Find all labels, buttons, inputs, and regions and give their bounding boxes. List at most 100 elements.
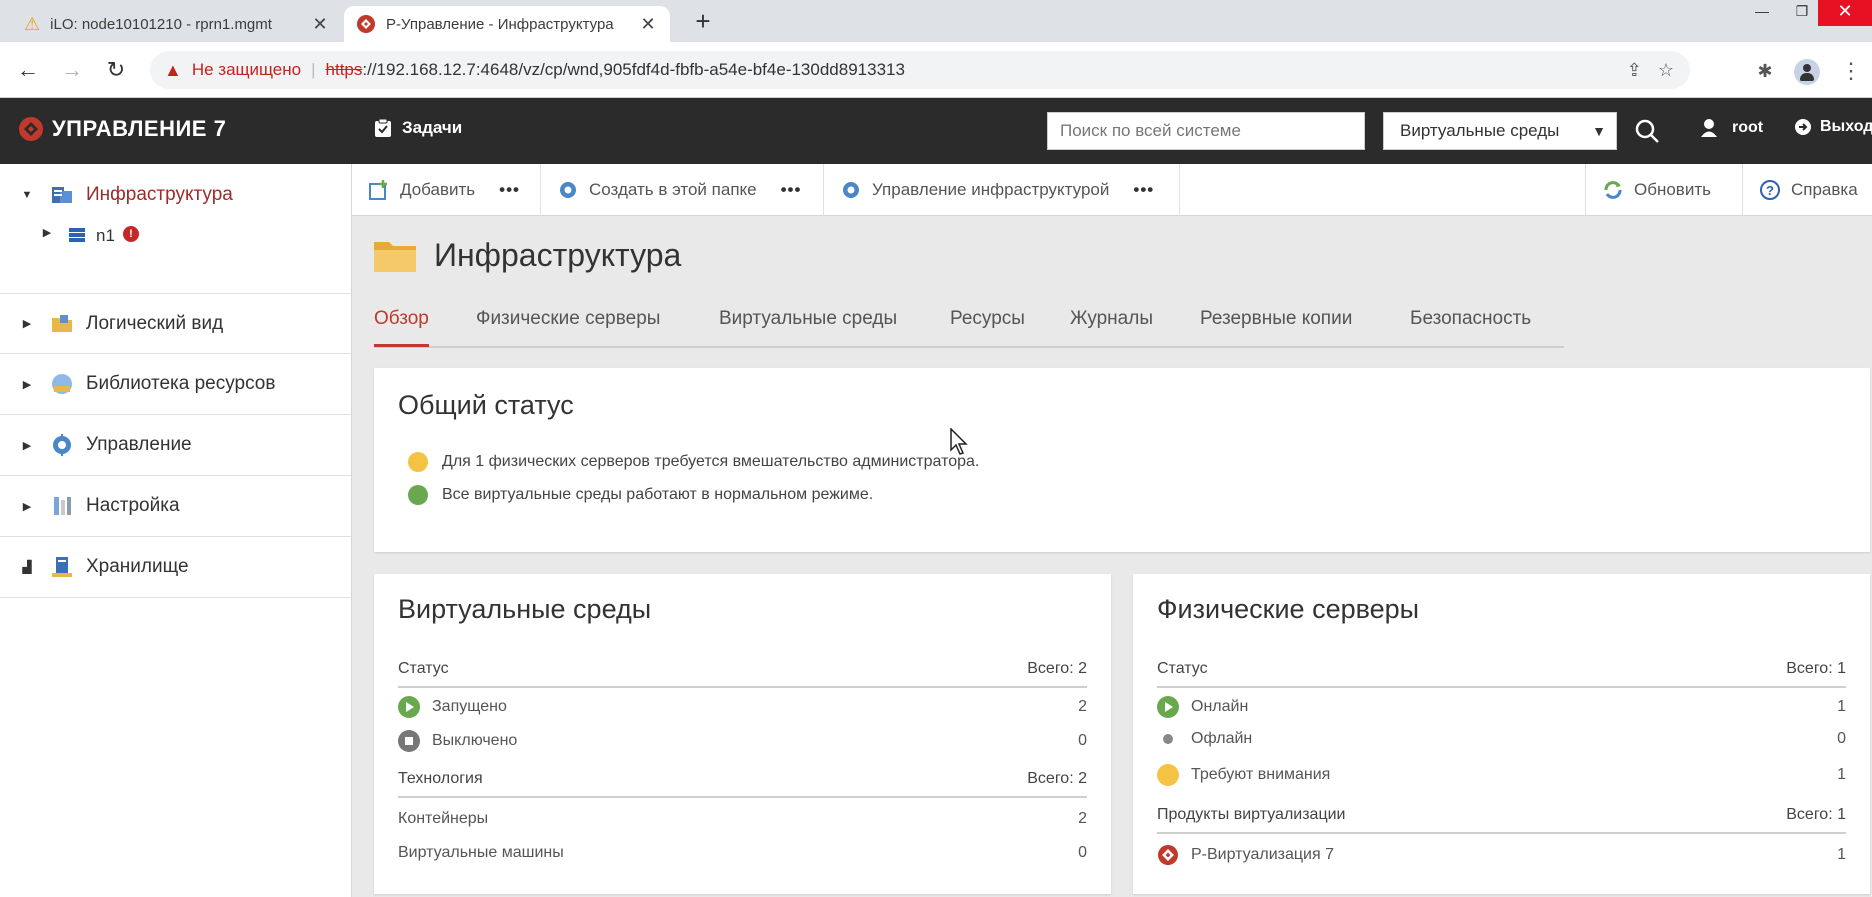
manage-infrastructure-button[interactable]: Управление инфраструктурой ••• [824,164,1170,216]
table-row[interactable]: Требуют внимания 1 [1157,764,1846,786]
window-maximize-button[interactable]: ❐ [1782,0,1822,26]
sidebar-item-logical-view[interactable]: ▶ Логический вид [0,294,351,354]
status-line-warning: Для 1 физических серверов требуется вмеш… [408,452,979,472]
technology-total: Всего: 2 [1027,770,1087,787]
stopped-icon [398,730,420,752]
table-header: Статус Всего: 1 [1157,660,1846,688]
create-in-folder-button[interactable]: Создать в этой папке ••• [541,164,817,216]
sidebar-item-storage[interactable]: ▟ Хранилище [0,537,351,598]
divider [1179,164,1180,216]
svg-text:?: ? [1766,183,1774,198]
storage-icon [52,557,72,577]
status-text: Для 1 физических серверов требуется вмеш… [442,453,980,470]
window-minimize-button[interactable]: — [1742,0,1782,26]
tab-overview[interactable]: Обзор [374,308,429,347]
refresh-label: Обновить [1634,180,1711,199]
caret-right-icon[interactable]: ▶ [20,439,34,452]
browser-tab-management[interactable]: Р-Управление - Инфраструктура ✕ [344,6,670,42]
status-heading: Статус [398,660,449,677]
help-icon: ? [1760,180,1780,200]
sidebar-item-resource-library[interactable]: ▶ Библиотека ресурсов [0,354,351,415]
more-options-icon[interactable]: ••• [1133,180,1154,200]
tab-resources[interactable]: Ресурсы [950,308,1025,344]
row-label: Запущено [432,698,507,715]
browser-tab-bar: ⚠ iLO: node10101210 - rprn1.mgmt ✕ Р-Упр… [0,0,1872,42]
table-row[interactable]: Контейнеры 2 [398,810,1087,828]
url-field[interactable]: ▲ Не защищено | https ://192.168.12.7:46… [150,51,1690,89]
new-tab-button[interactable]: + [688,6,718,38]
table-row[interactable]: Виртуальные машины 0 [398,844,1087,862]
create-in-folder-label: Создать в этой папке [589,180,757,199]
back-arrow-icon[interactable]: ← [12,54,44,86]
table-header: Статус Всего: 2 [398,660,1087,688]
mouse-cursor-icon [950,428,968,455]
extensions-icon[interactable]: ✱ [1750,56,1780,86]
tools-icon [54,497,71,515]
global-search-input[interactable] [1047,112,1365,150]
profile-icon[interactable] [1792,56,1822,86]
help-button[interactable]: ? Справка [1743,164,1872,216]
sidebar-item-label: n1 [96,226,115,245]
tab-logs[interactable]: Журналы [1070,308,1153,344]
page-title: Инфраструктура [434,236,682,273]
row-count: 0 [1837,730,1846,747]
row-label: Онлайн [1191,698,1249,715]
star-icon[interactable]: ☆ [1658,60,1674,81]
logout-icon [1795,119,1811,135]
caret-right-icon[interactable]: ▶ [20,317,34,330]
technology-heading: Технология [398,770,483,787]
offline-dot-icon [1163,734,1173,744]
table-row[interactable]: Офлайн 0 [1157,730,1846,748]
search-scope-select[interactable]: Виртуальные среды ▼ [1383,112,1617,150]
library-icon [52,374,72,394]
tab-title: iLO: node10101210 - rprn1.mgmt [50,15,272,33]
chevron-down-icon: ▼ [1592,123,1606,139]
window-close-button[interactable]: ✕ [1818,0,1872,26]
close-tab-icon[interactable]: ✕ [638,14,658,35]
more-options-icon[interactable]: ••• [781,180,802,200]
chart-small-icon: ▟ [22,560,32,574]
browser-tab-ilo[interactable]: ⚠ iLO: node10101210 - rprn1.mgmt ✕ [12,6,342,42]
logout-button[interactable]: Выход [1794,118,1872,136]
forward-arrow-icon[interactable]: → [56,54,88,86]
sidebar-item-n1[interactable]: ▶ n1 ! [0,216,351,294]
tab-security[interactable]: Безопасность [1410,308,1531,344]
caret-right-icon[interactable]: ▶ [20,378,34,391]
browser-menu-icon[interactable]: ⋮ [1836,56,1866,86]
add-button[interactable]: Добавить ••• [352,164,536,216]
tab-backups[interactable]: Резервные копии [1200,308,1352,344]
caret-down-icon[interactable]: ▼ [20,189,34,201]
row-label: Выключено [432,732,518,749]
table-row[interactable]: Запущено 2 [398,696,1087,718]
app-logo[interactable]: УПРАВЛЕНИЕ 7 [18,116,226,142]
username: root [1732,119,1764,136]
refresh-button[interactable]: Обновить [1586,164,1727,216]
help-label: Справка [1791,180,1858,199]
sidebar-item-label: Управление [86,434,192,455]
table-row[interactable]: Онлайн 1 [1157,696,1846,718]
caret-right-icon[interactable]: ▶ [20,500,34,513]
user-menu[interactable]: root [1700,118,1763,138]
table-row[interactable]: Выключено 0 [398,730,1087,752]
search-icon[interactable] [1632,116,1662,146]
tab-physical-servers[interactable]: Физические серверы [476,308,660,344]
status-line-ok: Все виртуальные среды работают в нормаль… [408,485,873,505]
tab-virtual-environments[interactable]: Виртуальные среды [719,308,897,344]
logout-label: Выход [1820,118,1872,135]
more-options-icon[interactable]: ••• [499,180,520,200]
card-title: Виртуальные среды [398,594,652,624]
caret-right-icon[interactable]: ▶ [40,226,54,239]
gear-icon [560,182,576,198]
warning-icon: ▲ [164,59,182,80]
table-row[interactable]: Р-Виртуализация 7 1 [1157,844,1846,866]
close-tab-icon[interactable]: ✕ [310,14,330,35]
tasks-button[interactable]: Задачи [374,118,462,138]
reload-icon[interactable]: ↻ [100,54,132,86]
sidebar-item-infrastructure[interactable]: ▼ Инфраструктура [0,178,351,212]
warning-dot-icon [408,452,428,472]
ok-dot-icon [408,485,428,505]
sidebar-item-settings[interactable]: ▶ Настройка [0,476,351,537]
share-icon[interactable]: ⇪ [1627,60,1642,81]
sidebar-item-management[interactable]: ▶ Управление [0,415,351,476]
add-label: Добавить [400,180,476,199]
